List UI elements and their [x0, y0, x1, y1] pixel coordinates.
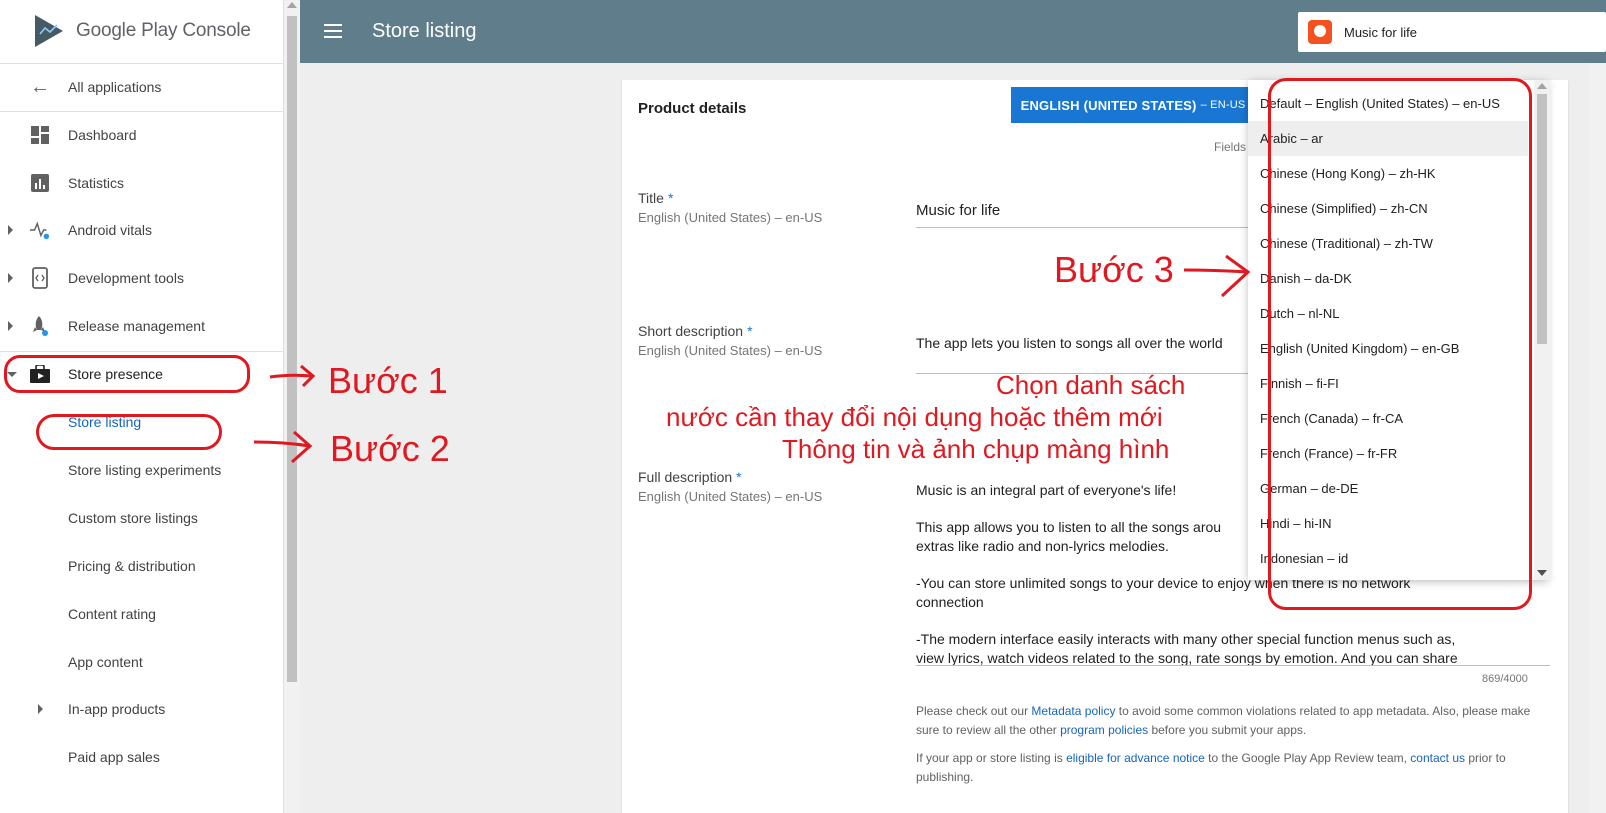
full-description-language: English (United States) – en-US [638, 489, 823, 504]
expand-caret-icon[interactable] [8, 273, 13, 283]
short-description-input[interactable]: The app lets you listen to songs all ove… [916, 335, 1223, 351]
sidebar-item-label: App content [68, 654, 143, 670]
title-field-label: Title * [638, 190, 674, 206]
advance-notice-link[interactable]: eligible for advance notice [1066, 751, 1205, 765]
statistics-icon [30, 173, 50, 193]
sidebar-item-app-content[interactable]: App content [0, 640, 284, 684]
step1-label: Bước 1 [328, 360, 448, 401]
scroll-up-arrow-icon[interactable] [287, 2, 297, 8]
description-paragraph: -The modern interface easily interacts w… [916, 631, 1456, 647]
sidebar-item-content-rating[interactable]: Content rating [0, 592, 284, 636]
program-policies-link[interactable]: program policies [1060, 723, 1148, 737]
expand-caret-icon[interactable] [38, 704, 43, 714]
character-counter: 869/4000 [1482, 673, 1528, 685]
sidebar-item-label: Paid app sales [68, 749, 160, 765]
sidebar-item-store-listing-experiments[interactable]: Store listing experiments [0, 448, 284, 492]
full-description-label: Full description * [638, 469, 742, 485]
google-play-console-logo[interactable]: Google Play Console [34, 14, 251, 48]
step1-arrow-icon [269, 364, 316, 388]
full-description-underline [916, 665, 1550, 666]
page-title: Store listing [372, 20, 477, 42]
annotation-line-3: Thông tin và ảnh chụp màng hình [782, 434, 1170, 464]
title-input[interactable]: Music for life [916, 202, 1000, 219]
hamburger-menu-icon[interactable] [324, 24, 342, 38]
play-console-logo-icon [35, 15, 63, 47]
metadata-policy-link[interactable]: Metadata policy [1031, 704, 1115, 718]
sidebar-item-all-applications[interactable]: ← All applications [0, 65, 284, 109]
sidebar-item-label: Statistics [68, 175, 125, 191]
sidebar-item-label: Android vitals [68, 222, 153, 238]
sidebar-item-label: Dashboard [68, 127, 137, 143]
step2-arrow-icon [253, 430, 313, 464]
policy-note: Please check out our Metadata policy to … [916, 704, 1531, 737]
sidebar-item-label: Store listing experiments [68, 462, 222, 478]
app-selector[interactable]: Music for life [1298, 12, 1606, 52]
main-scrollbar[interactable] [1590, 63, 1606, 813]
arrow-back-icon: ← [30, 75, 50, 98]
step3-label: Bước 3 [1054, 249, 1174, 290]
scroll-up-arrow-icon[interactable] [1537, 83, 1547, 89]
language-button[interactable]: ENGLISH (UNITED STATES) – EN-US [1011, 87, 1255, 123]
app-icon [1308, 20, 1332, 44]
sidebar-scrollbar-thumb[interactable] [287, 16, 297, 682]
sidebar-item-dashboard[interactable]: Dashboard [0, 113, 284, 157]
short-description-language: English (United States) – en-US [638, 343, 823, 358]
dev-tools-icon [30, 267, 50, 289]
dashboard-icon [30, 125, 50, 145]
vitals-icon [30, 220, 50, 240]
sidebar-item-in-app-products[interactable]: In-app products [0, 687, 284, 731]
sidebar-scrollbar[interactable] [284, 0, 300, 813]
sidebar-item-paid-app-sales[interactable]: Paid app sales [0, 735, 284, 779]
sidebar: Google Play Console ← All applications D… [0, 0, 284, 813]
language-button-code: – EN-US [1200, 99, 1246, 111]
expand-caret-icon[interactable] [8, 225, 13, 235]
card-title: Product details [638, 100, 747, 117]
expand-caret-icon[interactable] [8, 321, 13, 331]
sidebar-item-label: In-app products [68, 701, 166, 717]
sidebar-item-development-tools[interactable]: Development tools [0, 256, 284, 300]
logo-text: Google Play Console [76, 20, 251, 41]
title-input-underline [916, 227, 1276, 228]
contact-us-link[interactable]: contact us [1410, 751, 1465, 765]
step1-highlight-ring [4, 355, 250, 393]
dropdown-scrollbar-thumb[interactable] [1537, 94, 1547, 344]
sidebar-item-label: Pricing & distribution [68, 558, 196, 574]
annotation-line-1: Chọn danh sách [996, 370, 1186, 400]
sidebar-item-pricing-distribution[interactable]: Pricing & distribution [0, 544, 284, 588]
step2-label: Bước 2 [330, 428, 450, 469]
sidebar-item-label: All applications [68, 79, 162, 95]
app-selector-name: Music for life [1344, 24, 1417, 40]
title-field-language: English (United States) – en-US [638, 210, 823, 225]
sidebar-item-custom-store-listings[interactable]: Custom store listings [0, 496, 284, 540]
advance-notice-note: If your app or store listing is eligible… [916, 751, 1506, 784]
sidebar-item-label: Custom store listings [68, 510, 198, 526]
language-button-label: ENGLISH (UNITED STATES) [1020, 97, 1197, 113]
scroll-down-arrow-icon[interactable] [1537, 570, 1547, 576]
step3-arrow-icon [1183, 254, 1251, 298]
rocket-icon [30, 316, 50, 336]
annotation-line-2: nước cần thay đổi nội dụng hoặc thêm mới [666, 402, 1163, 432]
step2-highlight-ring [36, 414, 222, 450]
sidebar-item-label: Content rating [68, 606, 156, 622]
short-description-label: Short description * [638, 323, 753, 339]
sidebar-item-release-management[interactable]: Release management [0, 304, 284, 348]
sidebar-item-label: Development tools [68, 270, 184, 286]
sidebar-item-statistics[interactable]: Statistics [0, 161, 284, 205]
sidebar-item-android-vitals[interactable]: Android vitals [0, 208, 284, 252]
dropdown-scrollbar[interactable] [1534, 80, 1550, 580]
step3-highlight-ring [1268, 78, 1532, 610]
sidebar-item-label: Release management [68, 318, 205, 334]
